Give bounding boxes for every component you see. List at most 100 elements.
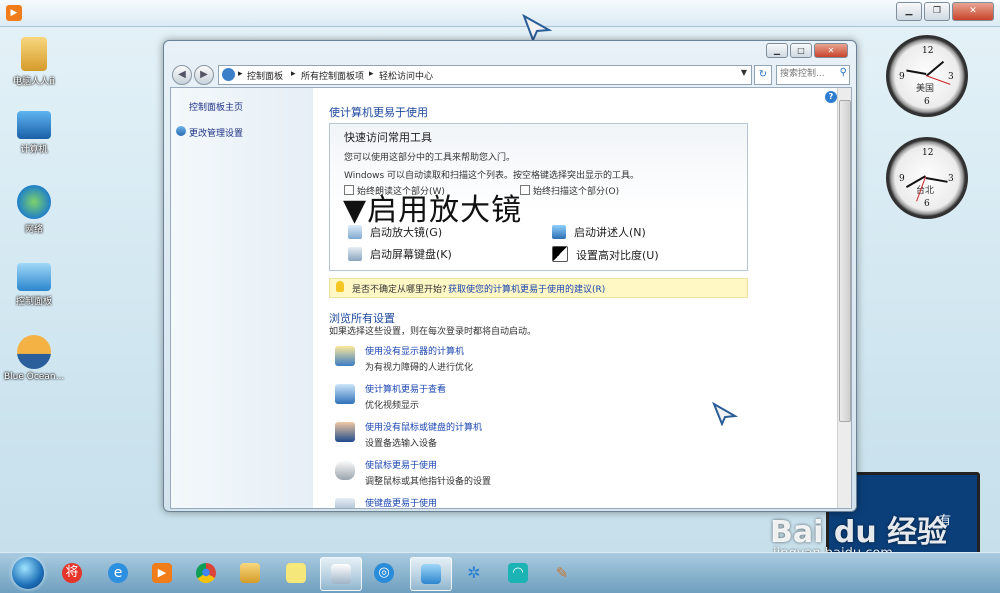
vertical-scrollbar[interactable] — [837, 88, 851, 508]
breadcrumb-all-items[interactable]: 所有控制面板项 — [301, 69, 364, 82]
quick-access-box: 快速访问常用工具 您可以使用这部分中的工具来帮助您入门。 Windows 可以自… — [329, 123, 748, 271]
setting-description: 设置备选输入设备 — [365, 439, 438, 449]
desktop-icon-label: 电脑人人ⅲ — [13, 77, 55, 87]
cp-content: 控制面板主页 更改管理设置 使计算机更易于使用 快速访问常用工具 您可以使用这部… — [170, 87, 852, 509]
checkbox-label: 始终扫描这个部分(O) — [533, 187, 620, 197]
mouse-cursor-icon — [522, 14, 552, 42]
help-icon[interactable]: ? — [825, 91, 837, 103]
clock-number: 3 — [948, 72, 954, 82]
cp-minimize-button[interactable]: ▁ — [766, 43, 788, 58]
desktop-icon-label: 网络 — [24, 225, 43, 235]
scrollbar-thumb[interactable] — [839, 100, 851, 422]
person-icon — [335, 422, 355, 442]
user-folder-icon — [21, 37, 47, 71]
clock-number: 12 — [922, 148, 934, 158]
sidebar-link-admin-settings[interactable]: 更改管理设置 — [189, 126, 243, 139]
sidebar-link-home[interactable]: 控制面板主页 — [189, 100, 243, 113]
taskbar-app-device[interactable] — [320, 557, 362, 591]
taskbar-app-chrome[interactable]: ● — [186, 557, 226, 589]
browser-icon: ◎ — [374, 563, 394, 583]
main-pane: 使计算机更易于使用 快速访问常用工具 您可以使用这部分中的工具来帮助您入门。 W… — [321, 88, 837, 508]
outer-titlebar: ▶ ▁ ❐ ✕ — [0, 0, 1000, 27]
page-title: 使计算机更易于使用 — [329, 106, 428, 119]
breadcrumb-control-panel[interactable]: 控制面板 — [247, 69, 283, 82]
clock-number: 9 — [899, 174, 905, 184]
clock-gadget-taipei[interactable]: 12 3 6 9 台北 — [886, 137, 968, 219]
refresh-icon[interactable]: ↻ — [754, 65, 772, 85]
setting-title-link[interactable]: 使鼠标更易于使用 — [365, 458, 437, 471]
start-button[interactable] — [12, 557, 44, 589]
taskbar-app-ie[interactable]: e — [98, 557, 138, 589]
setting-item[interactable]: 使用没有显示器的计算机 为有视力障碍的人进行优化 — [335, 344, 795, 378]
tip-banner: 是否不确定从哪里开始? 获取使您的计算机更易于使用的建议(R) — [329, 278, 748, 298]
setting-title-link[interactable]: 使键盘更易于使用 — [365, 496, 437, 508]
start-magnifier-button[interactable]: 启动放大镜(G) — [348, 224, 442, 240]
desktop-icon-user-folder[interactable]: 电脑人人ⅲ — [4, 37, 64, 87]
desktop-icon-label: 控制面板 — [15, 297, 52, 307]
overlay-annotation: ▼启用放大镜 — [343, 193, 523, 228]
setting-title-link[interactable]: 使计算机更易于查看 — [365, 382, 446, 395]
setting-title-link[interactable]: 使用没有鼠标或键盘的计算机 — [365, 420, 482, 433]
start-narrator-button[interactable]: 启动讲述人(N) — [552, 224, 646, 240]
taskbar-app-headset[interactable]: ◠ — [498, 557, 538, 589]
paint-icon: ✎ — [555, 564, 569, 582]
taskbar-app-sticky-notes[interactable] — [276, 557, 316, 589]
clock-city-label: 美国 — [916, 84, 935, 94]
baidu-watermark: Bai du 经验 — [770, 515, 948, 550]
setting-item[interactable]: 使键盘更易于使用 — [335, 496, 795, 508]
clock-number: 12 — [922, 46, 934, 56]
cp-close-button[interactable]: ✕ — [814, 43, 848, 58]
breadcrumb-separator: ▸ — [291, 69, 296, 79]
breadcrumb-ease-of-access[interactable]: 轻松访问中心 — [379, 69, 433, 82]
back-button[interactable]: ◀ — [172, 65, 192, 85]
taskbar-app-pinwheel[interactable]: ✲ — [454, 557, 494, 589]
computer-icon — [17, 111, 51, 139]
desktop-icon-label: Blue Ocean... — [4, 372, 65, 382]
search-input[interactable] — [777, 66, 836, 82]
control-panel-icon — [421, 564, 441, 584]
taskbar-app-browser[interactable]: ◎ — [364, 557, 404, 589]
control-panel-icon — [17, 263, 51, 291]
start-onscreen-keyboard-label: 启动屏幕键盘(K) — [370, 248, 452, 261]
outer-close-button[interactable]: ✕ — [952, 2, 994, 21]
desktop-icon-control-panel[interactable]: 控制面板 — [4, 263, 64, 307]
setting-item[interactable]: 使鼠标更易于使用 调整鼠标或其他指针设备的设置 — [335, 458, 795, 492]
taskbar-app-explorer[interactable] — [230, 557, 270, 589]
wallpaper-icon — [17, 335, 51, 369]
taskbar-app-media-player[interactable]: ▶ — [142, 557, 182, 589]
search-icon[interactable]: ⚲ — [840, 67, 847, 78]
address-row: ◀ ▶ ▸ 控制面板 ▸ 所有控制面板项 ▸ 轻松访问中心 ▼ ↻ ⚲ — [170, 63, 850, 85]
clock-gadget-usa[interactable]: 12 3 6 9 美国 — [886, 35, 968, 117]
outer-restore-button[interactable]: ❐ — [924, 2, 950, 21]
setting-title-link[interactable]: 使用没有显示器的计算机 — [365, 344, 464, 357]
start-onscreen-keyboard-button[interactable]: 启动屏幕键盘(K) — [348, 246, 452, 262]
magnifier-icon — [348, 225, 362, 239]
clock-number: 3 — [948, 174, 954, 184]
desktop-icon-wallpaper[interactable]: Blue Ocean... — [4, 335, 64, 382]
desktop-icon-computer[interactable]: 计算机 — [4, 111, 64, 155]
mouse-icon — [335, 460, 355, 480]
forward-button[interactable]: ▶ — [194, 65, 214, 85]
player-app-icon[interactable]: ▶ — [6, 5, 22, 21]
desktop-icon-network[interactable]: 网络 — [4, 185, 64, 235]
high-contrast-button[interactable]: 设置高对比度(U) — [552, 246, 659, 263]
device-icon — [331, 564, 351, 584]
lightbulb-icon — [336, 281, 344, 292]
taskbar-app-paint[interactable]: ✎ — [542, 557, 582, 589]
tip-link[interactable]: 获取使您的计算机更易于使用的建议(R) — [448, 282, 605, 295]
address-bar[interactable]: ▸ 控制面板 ▸ 所有控制面板项 ▸ 轻松访问中心 ▼ — [218, 65, 752, 85]
breadcrumb-separator: ▸ — [238, 69, 243, 79]
setting-description: 为有视力障碍的人进行优化 — [365, 363, 474, 373]
address-dropdown-icon[interactable]: ▼ — [741, 68, 747, 77]
sidebar: 控制面板主页 更改管理设置 — [171, 88, 313, 508]
jiang-icon: 将 — [62, 563, 82, 583]
cp-maximize-button[interactable]: □ — [790, 43, 812, 58]
control-panel-window: ▁ □ ✕ ◀ ▶ ▸ 控制面板 ▸ 所有控制面板项 ▸ 轻松访问中心 ▼ ↻ … — [163, 40, 857, 512]
high-contrast-label: 设置高对比度(U) — [576, 249, 659, 262]
outer-minimize-button[interactable]: ▁ — [896, 2, 922, 21]
taskbar-app-jiang[interactable]: 将 — [52, 557, 92, 589]
taskbar-app-control-panel[interactable] — [410, 557, 452, 591]
keyboard-icon — [348, 247, 362, 261]
clock-number: 9 — [899, 72, 905, 82]
always-scan-checkbox[interactable]: 始终扫描这个部分(O) — [520, 184, 619, 197]
